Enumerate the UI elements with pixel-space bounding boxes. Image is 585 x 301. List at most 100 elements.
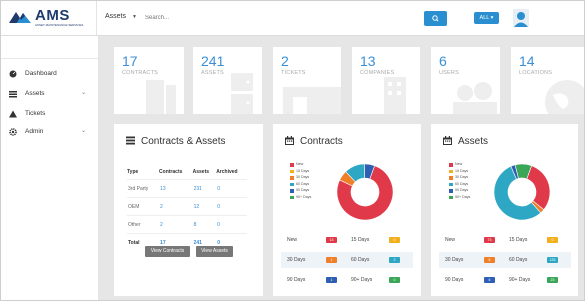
column-header: Contracts (159, 169, 183, 175)
grid-label: 60 Days (509, 257, 528, 263)
table-cell[interactable]: 2 (159, 215, 193, 234)
count-badge[interactable]: 2 (389, 257, 400, 263)
stat-card-tickets[interactable]: 2 TICKETS (273, 47, 341, 114)
column-header: Type (127, 169, 139, 175)
contracts-assets-table: Type Contracts Assets Archived 3rd Party… (127, 165, 247, 251)
legend-item: 60 Days (449, 182, 470, 189)
legend-label: 30 Days (455, 175, 469, 180)
table-row[interactable]: OEM 2 12 0 (127, 197, 247, 216)
legend-item: 90+ Days (290, 195, 311, 202)
user-icon (513, 9, 529, 27)
table-cell[interactable]: 8 (192, 215, 217, 234)
count-badge[interactable]: 1 (326, 257, 337, 263)
table-row[interactable]: Other 2 8 0 (127, 215, 247, 234)
stat-label: TICKETS (281, 70, 306, 76)
list-icon (126, 136, 135, 145)
sidebar-item-label: Assets (25, 90, 45, 97)
grid-label: 30 Days (287, 257, 306, 263)
calendar-icon (443, 136, 452, 145)
legend-swatch (449, 169, 453, 174)
grid-label: 90 Days (287, 277, 306, 283)
table-cell[interactable]: 2 (159, 197, 193, 216)
chevron-down-icon: ▼ (132, 14, 137, 20)
count-badge[interactable]: 0 (389, 277, 400, 283)
count-badge[interactable]: 13 (326, 237, 337, 243)
stat-value: 6 (439, 53, 447, 69)
column-header: Archived (216, 169, 238, 175)
table-cell[interactable]: 12 (192, 197, 217, 216)
count-badge[interactable]: 73 (484, 237, 495, 243)
stat-card-assets[interactable]: 241 ASSETS (193, 47, 262, 114)
legend-swatch (449, 176, 453, 180)
legend-item: 90 Days (449, 188, 470, 195)
panel-title: Contracts & Assets (126, 136, 225, 147)
count-badge[interactable]: 1 (326, 277, 337, 283)
stat-card-companies[interactable]: 13 COMPANIES (352, 47, 420, 114)
count-badge[interactable]: 6 (484, 257, 495, 263)
count-badge[interactable]: 133 (547, 257, 558, 263)
legend-swatch (449, 195, 453, 200)
table-cell[interactable]: 13 (159, 179, 193, 198)
sidebar-item-dashboard[interactable]: Dashboard (9, 69, 94, 81)
table-cell[interactable]: 231 (192, 179, 217, 198)
filter-all-button[interactable]: ALL ▾ (474, 12, 499, 24)
sidebar-item-assets[interactable]: Assets ⌄ (9, 89, 94, 101)
legend-label: 90+ Days (455, 194, 471, 199)
grid-label: New (445, 237, 456, 243)
sidebar: Dashboard Assets ⌄ Tickets Admin ⌄ (1, 36, 99, 300)
app-logo[interactable]: AMS ASSET MAINTENANCE SERVICES (9, 7, 89, 31)
contracts-legend: New 15 Days 30 Days 60 Days 90 Days 90+ … (290, 162, 311, 202)
user-avatar[interactable] (513, 9, 529, 27)
legend-label: 60 Days (455, 181, 469, 186)
view-assets-button[interactable]: View Assets (196, 246, 233, 257)
count-badge[interactable]: 0 (547, 237, 558, 243)
legend-item: 15 Days (290, 169, 311, 176)
search-button[interactable] (424, 11, 447, 26)
logo-text: AMS (35, 7, 70, 24)
count-badge[interactable]: 23 (547, 277, 558, 283)
topbar-divider (96, 1, 97, 35)
grid-row: 90 Days 1 90+ Days 0 (281, 272, 413, 288)
legend-swatch (290, 163, 294, 167)
legend-item: 90+ Days (449, 195, 470, 202)
table-cell[interactable]: 0 (216, 179, 247, 198)
legend-swatch (290, 182, 294, 187)
grid-row: New 13 15 Days 0 (281, 232, 413, 248)
grid-label: 90+ Days (509, 277, 531, 283)
legend-label: 15 Days (296, 168, 310, 173)
table-cell[interactable]: 0 (216, 197, 247, 216)
chevron-down-icon: ▾ (490, 15, 494, 21)
table-cell[interactable]: 0 (216, 215, 247, 234)
legend-swatch (290, 195, 294, 200)
grid-label: 30 Days (445, 257, 464, 263)
legend-swatch (290, 189, 294, 193)
legend-swatch (290, 169, 294, 174)
stat-card-contracts[interactable]: 17 CONTRACTS (114, 47, 184, 114)
legend-item: 60 Days (290, 182, 311, 189)
logo-mark-icon (9, 12, 31, 23)
asset-type-select[interactable]: Assets ▼ (105, 13, 137, 20)
search-input[interactable] (145, 11, 420, 25)
stat-label: LOCATIONS (519, 70, 553, 76)
legend-label: 15 Days (455, 168, 469, 173)
legend-swatch (449, 163, 453, 167)
legend-label: 60 Days (296, 181, 310, 186)
contracts-donut-chart (336, 163, 394, 221)
stat-card-users[interactable]: 6 USERS (431, 47, 500, 114)
assets-legend: New 15 Days 30 Days 60 Days 90 Days 90+ … (449, 162, 470, 202)
gear-icon (9, 128, 17, 136)
view-contracts-button[interactable]: View Contracts (145, 246, 190, 257)
legend-item: 30 Days (449, 175, 470, 182)
grid-label: 90 Days (445, 277, 464, 283)
table-row[interactable]: 3rd Party 13 231 0 (127, 179, 247, 198)
grid-label: New (287, 237, 298, 243)
count-badge[interactable]: 6 (484, 277, 495, 283)
sidebar-item-admin[interactable]: Admin ⌄ (9, 127, 94, 139)
count-badge[interactable]: 0 (389, 237, 400, 243)
assets-donut-chart (493, 163, 551, 221)
sidebar-item-tickets[interactable]: Tickets (9, 109, 94, 121)
stat-value: 2 (281, 53, 289, 69)
legend-swatch (449, 189, 453, 193)
stat-card-locations[interactable]: 14 LOCATIONS (511, 47, 584, 114)
contracts-assets-panel: Contracts & Assets Type Contracts Assets… (114, 124, 263, 296)
